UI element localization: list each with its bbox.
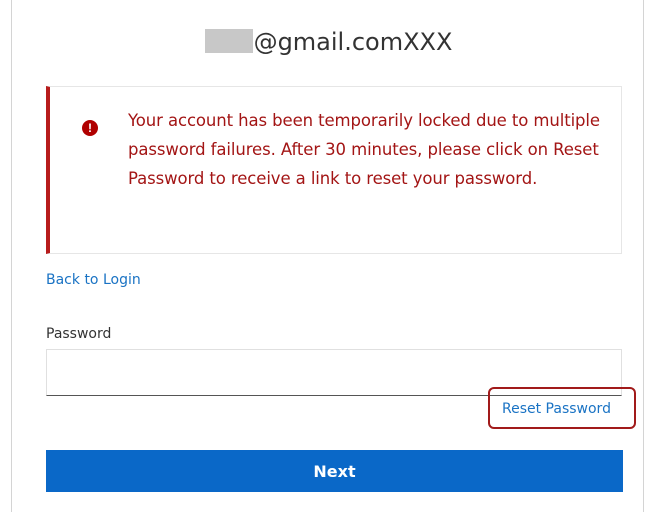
page: @gmail.comXXX ! Your account has been te… xyxy=(0,0,647,512)
alert-message: Your account has been temporarily locked… xyxy=(128,111,600,188)
reset-password-link[interactable]: Reset Password xyxy=(502,401,611,417)
login-card: @gmail.comXXX ! Your account has been te… xyxy=(11,0,644,512)
redacted-username xyxy=(204,29,253,53)
email-domain: @gmail.comXXX xyxy=(253,28,453,56)
next-button[interactable]: Next xyxy=(46,450,623,492)
back-to-login-link[interactable]: Back to Login xyxy=(46,272,141,288)
alert-circle-icon: ! xyxy=(82,120,98,136)
user-identifier: @gmail.comXXX xyxy=(12,24,645,60)
account-locked-alert: ! Your account has been temporarily lock… xyxy=(46,86,622,254)
password-label: Password xyxy=(46,326,112,342)
